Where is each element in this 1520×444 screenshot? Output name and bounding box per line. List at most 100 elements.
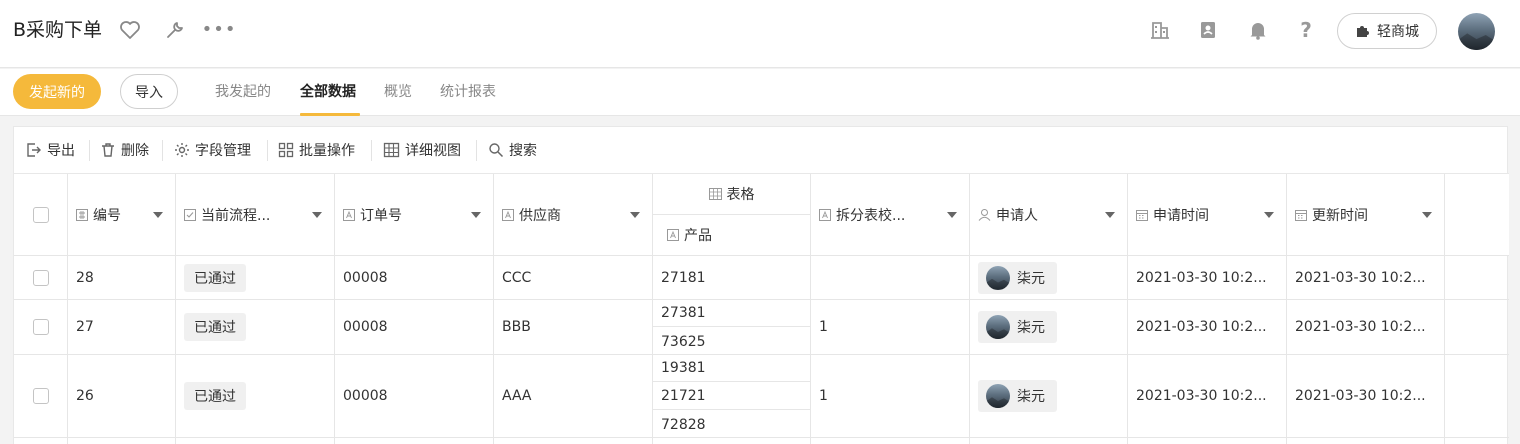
table-cell-update-time[interactable]: 2021-03-30 10:2...: [1287, 256, 1445, 300]
column-header-split[interactable]: 拆分表校...: [811, 174, 970, 256]
table-cell-flow[interactable]: 已通过: [176, 256, 335, 300]
sort-caret-icon[interactable]: [1264, 211, 1274, 218]
table-cell-split[interactable]: [811, 256, 970, 300]
tab-all-data[interactable]: 全部数据: [300, 81, 356, 103]
export-button[interactable]: 导出: [26, 139, 75, 161]
detail-view-button[interactable]: 详细视图: [383, 139, 461, 161]
table-cell-product[interactable]: 27381 73625: [653, 300, 811, 355]
sort-caret-icon[interactable]: [947, 211, 957, 218]
table-cell-apply-time[interactable]: 2021-03-30 10:2...: [1128, 355, 1287, 438]
delete-button[interactable]: 删除: [100, 139, 149, 161]
table-cell-order[interactable]: 00008: [335, 300, 494, 355]
select-all-checkbox[interactable]: [32, 206, 49, 223]
batch-grid-icon: [278, 142, 294, 158]
start-new-button[interactable]: 发起新的: [13, 74, 101, 109]
sub-row-product[interactable]: 72828: [653, 411, 810, 438]
wrench-icon[interactable]: [163, 18, 187, 42]
table-cell-supplier[interactable]: AAA: [494, 355, 653, 438]
table-cell-applicant[interactable]: 柒元: [970, 256, 1128, 300]
table-cell-flow[interactable]: 已通过: [176, 355, 335, 438]
column-header-product[interactable]: 产品: [653, 215, 811, 256]
toolbar-divider: [267, 140, 268, 161]
table-cell-id[interactable]: 26: [68, 355, 176, 438]
toolbar-divider: [162, 140, 163, 161]
row-checkbox[interactable]: [32, 388, 49, 404]
status-badge: 已通过: [184, 382, 246, 410]
column-header-order[interactable]: 订单号: [335, 174, 494, 256]
search-icon: [489, 143, 504, 158]
table-cell-flow[interactable]: 已通过: [176, 300, 335, 355]
table-cell-split[interactable]: 1: [811, 300, 970, 355]
row-checkbox[interactable]: [32, 269, 49, 286]
table-cell-applicant[interactable]: 柒元: [970, 355, 1128, 438]
notification-bell-icon[interactable]: [1246, 18, 1270, 42]
column-header-update-time[interactable]: 更新时间: [1287, 174, 1445, 256]
avatar: [986, 315, 1010, 339]
tab-my-initiated[interactable]: 我发起的: [215, 81, 271, 103]
export-icon: [27, 143, 41, 157]
detail-view-label: 详细视图: [405, 143, 461, 159]
table-cell-supplier[interactable]: BBB: [494, 300, 653, 355]
sort-caret-icon[interactable]: [471, 211, 481, 218]
batch-operation-button[interactable]: 批量操作: [278, 139, 355, 161]
table-cell-id[interactable]: 28: [68, 256, 176, 300]
table-cell-id[interactable]: 27: [68, 300, 176, 355]
import-button[interactable]: 导入: [120, 74, 178, 109]
sub-row-product[interactable]: 27381: [653, 300, 810, 327]
search-label: 搜索: [509, 143, 537, 159]
user-avatar[interactable]: [1458, 13, 1495, 50]
table-cell-apply-time[interactable]: 2021-03-30 10:2...: [1128, 300, 1287, 355]
table-cell-split[interactable]: 1: [811, 355, 970, 438]
select-all-cell: [14, 174, 68, 256]
tab-overview[interactable]: 概览: [384, 81, 412, 103]
table-row-partial: [335, 438, 494, 444]
table-field-icon: [708, 188, 722, 200]
light-mall-button[interactable]: 轻商城: [1337, 13, 1437, 49]
export-label: 导出: [47, 143, 75, 159]
sub-row-product[interactable]: 73625: [653, 328, 810, 355]
field-management-button[interactable]: 字段管理: [174, 139, 251, 161]
table-row-partial: [1128, 438, 1287, 444]
sub-row-product[interactable]: 19381: [653, 355, 810, 382]
table-cell-product[interactable]: 19381 21721 72828: [653, 355, 811, 438]
avatar: [986, 384, 1010, 408]
status-badge: 已通过: [184, 263, 246, 292]
organization-building-icon[interactable]: [1148, 18, 1172, 42]
tab-statistics-report[interactable]: 统计报表: [440, 81, 496, 103]
column-header-apply-time[interactable]: 申请时间: [1128, 174, 1287, 256]
row-select-cell: [14, 300, 68, 355]
table-cell-update-time[interactable]: 2021-03-30 10:2...: [1287, 355, 1445, 438]
column-header-applicant[interactable]: 申请人: [970, 174, 1128, 256]
table-cell-apply-time[interactable]: 2021-03-30 10:2...: [1128, 256, 1287, 300]
sort-caret-icon[interactable]: [630, 211, 640, 218]
toolbar-divider: [476, 140, 477, 161]
contacts-book-icon[interactable]: [1196, 18, 1220, 42]
data-table: 编号 当前流程... 订单号 供应商 表格 产品 拆分表校... 申请人 申请时…: [14, 174, 1509, 444]
search-button[interactable]: 搜索: [488, 139, 537, 161]
text-field-icon: [502, 208, 514, 221]
sub-row-product[interactable]: 21721: [653, 383, 810, 410]
app-title: B采购下单: [13, 19, 103, 41]
table-cell-product[interactable]: 27181: [653, 256, 811, 300]
column-header-flow-label: 当前流程...: [201, 207, 271, 224]
sort-caret-icon[interactable]: [1422, 211, 1432, 218]
help-question-icon[interactable]: ?: [1294, 18, 1318, 42]
column-header-supplier[interactable]: 供应商: [494, 174, 653, 256]
text-field-icon: [667, 229, 679, 241]
table-cell-applicant[interactable]: 柒元: [970, 300, 1128, 355]
column-header-id-label: 编号: [93, 207, 121, 224]
column-header-flow[interactable]: 当前流程...: [176, 174, 335, 256]
table-cell-supplier[interactable]: CCC: [494, 256, 653, 300]
user-name: 柒元: [1017, 320, 1045, 336]
row-checkbox[interactable]: [32, 319, 49, 335]
favorite-heart-icon[interactable]: [118, 18, 142, 42]
sort-caret-icon[interactable]: [1105, 211, 1115, 218]
sort-caret-icon[interactable]: [153, 211, 163, 218]
avatar: [986, 265, 1010, 290]
table-cell-order[interactable]: 00008: [335, 355, 494, 438]
more-dots-icon[interactable]: •••: [202, 18, 236, 42]
column-header-id[interactable]: 编号: [68, 174, 176, 256]
sort-caret-icon[interactable]: [312, 211, 322, 218]
table-cell-update-time[interactable]: 2021-03-30 10:2...: [1287, 300, 1445, 355]
table-cell-order[interactable]: 00008: [335, 256, 494, 300]
